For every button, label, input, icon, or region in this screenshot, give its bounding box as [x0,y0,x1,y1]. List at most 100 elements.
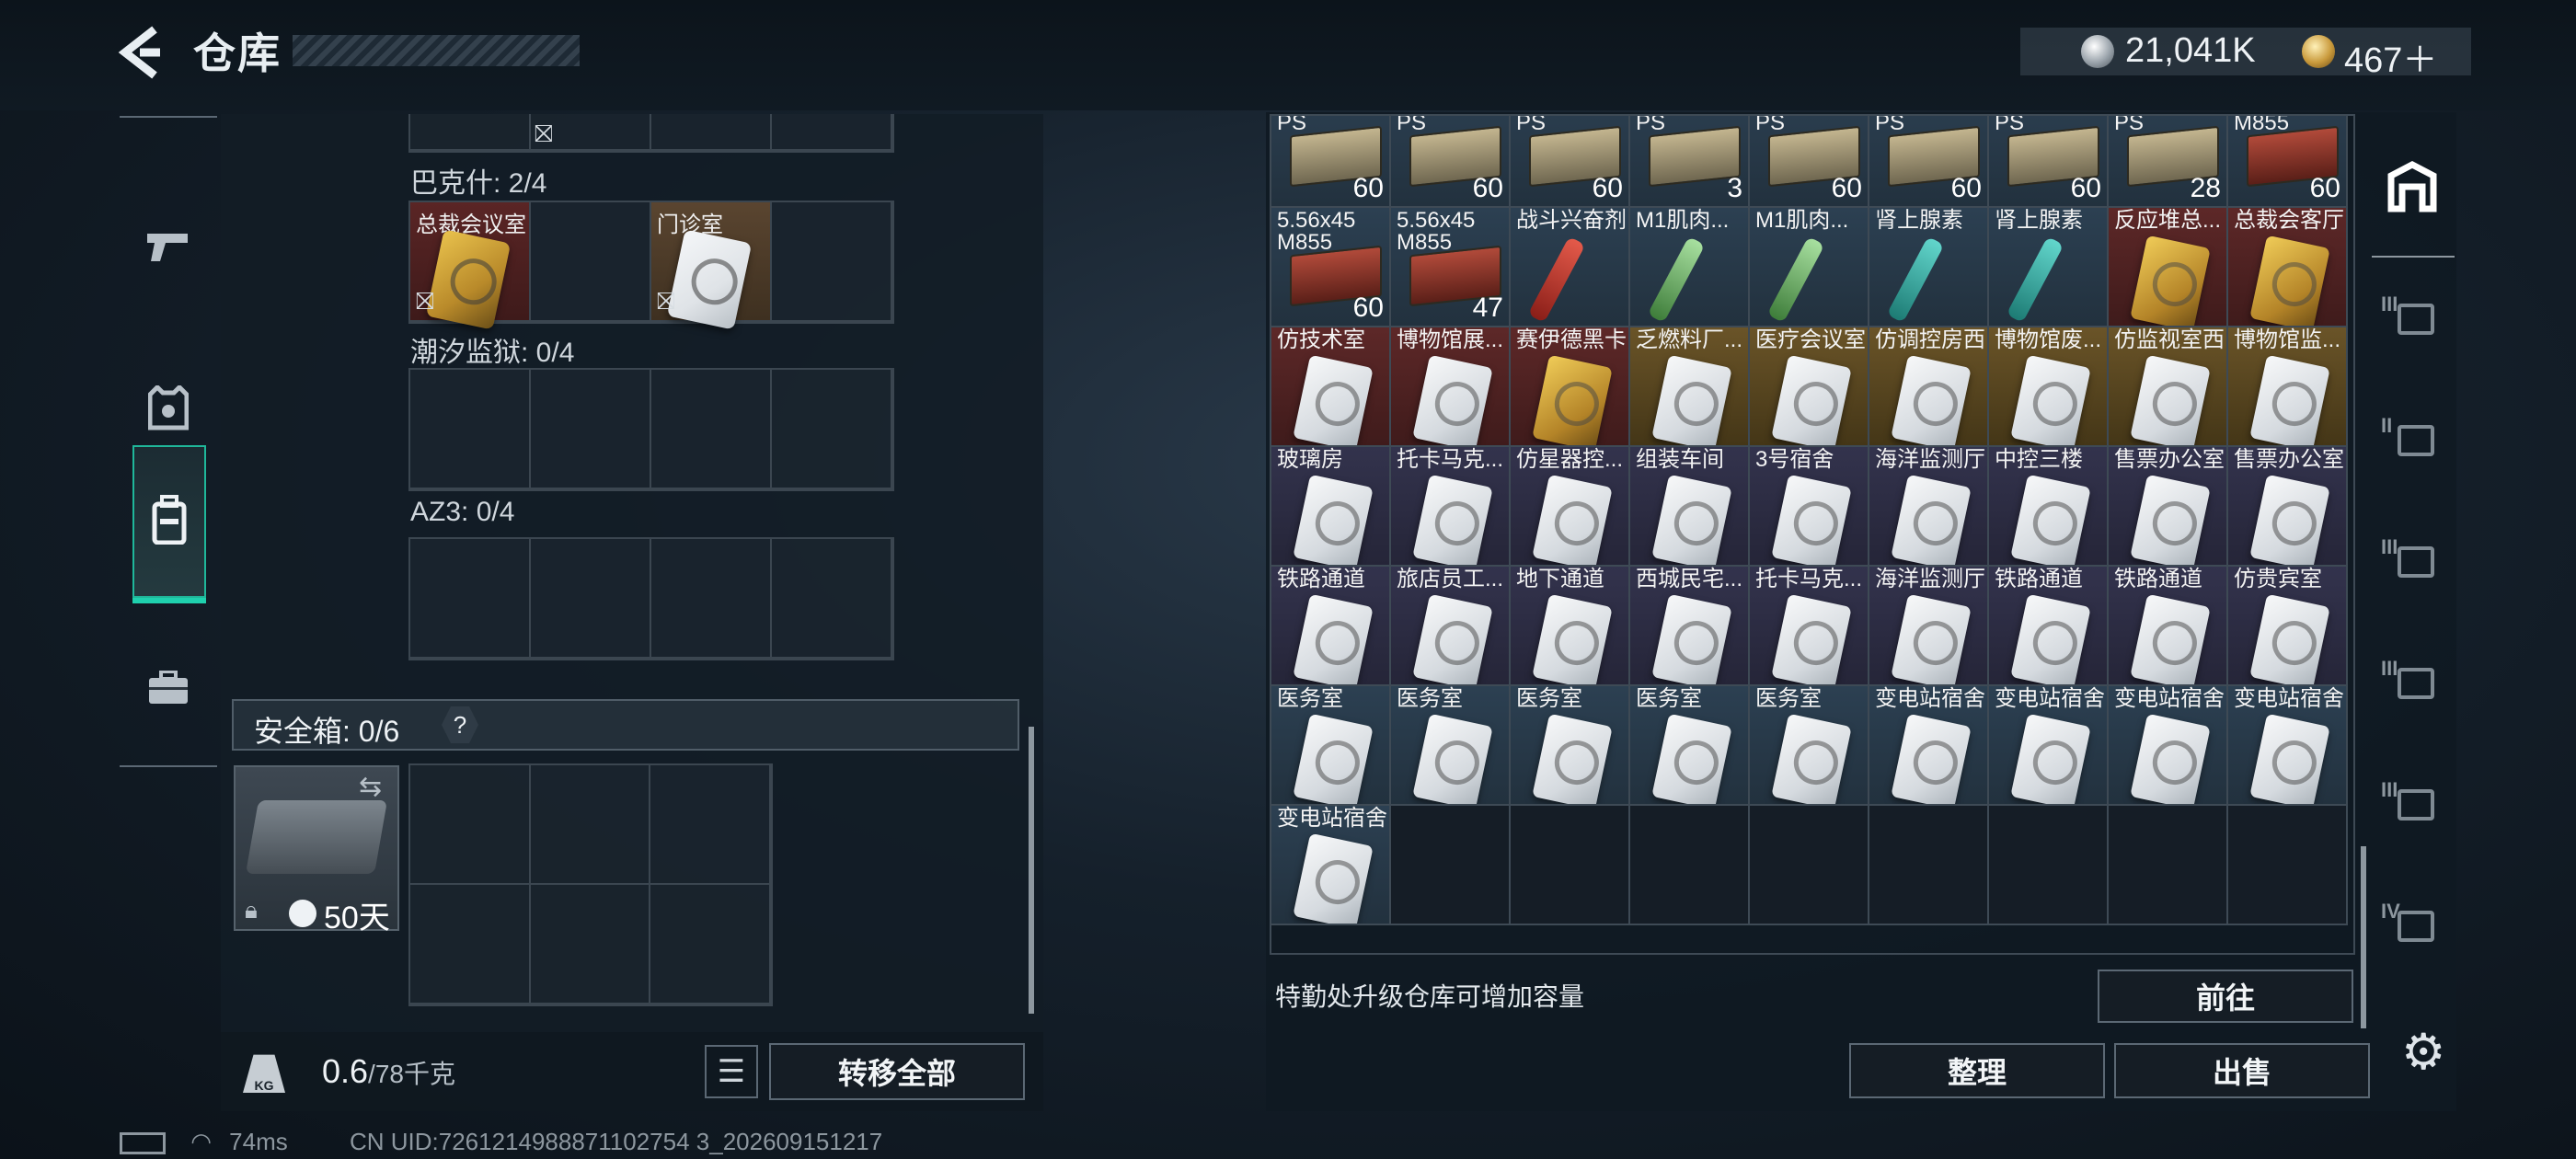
sell-button[interactable]: 出售 [2114,1043,2370,1098]
inventory-item[interactable]: 海洋监测厅 [1869,447,1989,567]
inventory-empty-slot[interactable] [1391,806,1511,925]
goto-button[interactable]: 前往 [2098,970,2353,1023]
warehouse-tab[interactable]: III [2377,754,2447,855]
rack-slot[interactable] [531,370,651,489]
inventory-item[interactable]: 7.62x39 PS 60 [1989,116,2109,208]
inventory-empty-slot[interactable] [1511,806,1630,925]
nav-toolbox[interactable] [120,614,217,762]
inventory-item[interactable]: 5.56x45 M855 60 [1271,208,1391,327]
inventory-item[interactable]: 博物馆监... [2228,327,2348,447]
inventory-item[interactable]: 博物馆展... [1391,327,1511,447]
inventory-item[interactable]: 5.45x39 PS 3 [1630,116,1750,208]
inventory-item[interactable]: 变电站宿舍 [1869,686,1989,806]
help-button[interactable]: ? [442,706,478,743]
inventory-item[interactable]: 仿技术室 [1271,327,1391,447]
inventory-item[interactable]: 总裁会客厅 [2228,208,2348,327]
rack-slot[interactable] [410,539,531,659]
inventory-item[interactable]: 5.56x45 M855 60 [2228,116,2348,208]
rack-slot[interactable]: 门诊室 ⛝ [651,202,772,330]
safe-slot[interactable] [410,885,531,1004]
inventory-item[interactable]: 旅店员工... [1391,567,1511,686]
inventory-item[interactable]: M1肌肉... [1630,208,1750,327]
safe-slot[interactable] [410,765,531,885]
nav-weapons[interactable] [120,173,217,320]
rack-slot[interactable] [772,114,892,151]
inventory-item[interactable]: 反应堆总... [2109,208,2228,327]
warehouse-tab[interactable]: II [2377,390,2447,491]
warehouse-tab-main[interactable] [2381,156,2444,219]
rack-slot[interactable] [651,539,772,659]
warehouse-tab[interactable]: III [2377,511,2447,613]
inventory-item[interactable]: 铁路通道 [2109,567,2228,686]
inventory-item[interactable]: 铁路通道 [1989,567,2109,686]
inventory-item[interactable]: 医务室 [1750,686,1869,806]
inventory-item[interactable]: 肾上腺素 [1989,208,2109,327]
inventory-item[interactable]: 变电站宿舍 [2109,686,2228,806]
warehouse-tab[interactable]: III [2377,269,2447,370]
inventory-item[interactable]: 5.45x39 PS 60 [1511,116,1630,208]
scrollbar[interactable] [2361,846,2366,1028]
inventory-item[interactable]: 医务室 [1391,686,1511,806]
inventory-item[interactable]: M1肌肉... [1750,208,1869,327]
inventory-item[interactable]: 5.56x45 M855 47 [1391,208,1511,327]
inventory-item[interactable]: 5.45x39 PS 60 [1271,116,1391,208]
safe-slot[interactable] [650,885,771,1004]
inventory-item[interactable]: 仿调控房西 [1869,327,1989,447]
warehouse-tab[interactable]: III [2377,633,2447,734]
inventory-item[interactable]: 赛伊德黑卡 [1511,327,1630,447]
inventory-item[interactable]: 肾上腺素 [1869,208,1989,327]
safe-slot[interactable] [530,765,651,885]
inventory-item[interactable]: 7.62x39 PS 28 [2109,116,2228,208]
inventory-item[interactable]: 仿监视室西 [2109,327,2228,447]
inventory-item[interactable]: 组装车间 [1630,447,1750,567]
inventory-empty-slot[interactable] [1750,806,1869,925]
warehouse-tab[interactable]: IV [2377,876,2447,977]
rack-slot[interactable] [410,114,531,151]
inventory-item[interactable]: 3号宿舍 [1750,447,1869,567]
inventory-item[interactable]: 战斗兴奋剂 [1511,208,1630,327]
swap-icon[interactable]: ⇆ [359,771,382,803]
inventory-item[interactable]: 医疗会议室 [1750,327,1869,447]
inventory-item[interactable]: 医务室 [1630,686,1750,806]
inventory-item[interactable]: 7.62x39 PS 60 [1750,116,1869,208]
rack-slot[interactable] [772,539,892,659]
safe-slot[interactable] [530,885,651,1004]
inventory-item[interactable]: 仿贵宾室 [2228,567,2348,686]
inventory-item[interactable]: 西城民宅... [1630,567,1750,686]
rack-slot[interactable]: ⛝ [531,114,651,151]
rack-slot[interactable] [651,114,772,151]
inventory-item[interactable]: 海洋监测厅 [1869,567,1989,686]
rack-slot[interactable] [772,370,892,489]
inventory-empty-slot[interactable] [2228,806,2348,925]
safe-box-item[interactable]: ⇆ 🔒︎ 50天 [234,765,399,935]
inventory-item[interactable]: 医务室 [1271,686,1391,806]
inventory-item[interactable]: 医务室 [1511,686,1630,806]
inventory-item[interactable]: 托卡马克... [1750,567,1869,686]
inventory-empty-slot[interactable] [1989,806,2109,925]
inventory-item[interactable]: 售票办公室 [2228,447,2348,567]
inventory-item[interactable]: 售票办公室 [2109,447,2228,567]
inventory-item[interactable]: 变电站宿舍 [2228,686,2348,806]
rack-slot[interactable] [772,202,892,322]
inventory-empty-slot[interactable] [2109,806,2228,925]
inventory-item[interactable]: 托卡马克... [1391,447,1511,567]
inventory-item[interactable]: 变电站宿舍 [1271,806,1391,925]
settings-gear-icon[interactable]: ⚙ [2401,1023,2445,1081]
inventory-item[interactable]: 玻璃房 [1271,447,1391,567]
back-arrow-icon[interactable] [118,26,164,79]
rack-slot[interactable] [651,370,772,489]
scrollbar[interactable] [1029,727,1034,1014]
nav-backpack[interactable] [132,445,206,603]
transfer-all-button[interactable]: 转移全部 [769,1043,1025,1100]
gold-amount[interactable]: 467＋ [2344,31,2437,82]
inventory-item[interactable]: 7.62x39 PS 60 [1869,116,1989,208]
inventory-item[interactable]: 仿星器控... [1511,447,1630,567]
inventory-item[interactable]: 铁路通道 [1271,567,1391,686]
rack-slot[interactable] [410,370,531,489]
rack-slot[interactable] [531,202,651,322]
rack-slot[interactable]: 总裁会议室 ⛝ [410,202,531,330]
inventory-item[interactable]: 5.45x39 PS 60 [1391,116,1511,208]
inventory-item[interactable]: 变电站宿舍 [1989,686,2109,806]
inventory-empty-slot[interactable] [1869,806,1989,925]
safe-slot[interactable] [650,765,771,885]
